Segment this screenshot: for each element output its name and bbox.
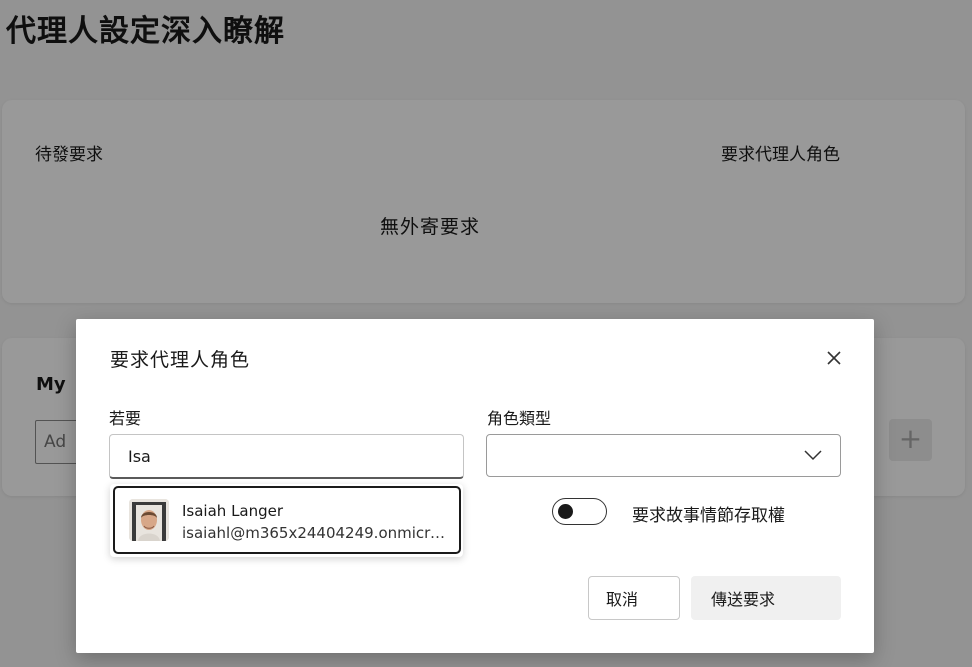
storyline-access-label: 要求故事情節存取權 <box>632 506 785 526</box>
avatar <box>129 499 169 541</box>
people-suggestion-list: Isaiah Langer isaiahl@m365x24404249.onmi… <box>110 484 463 557</box>
role-type-select[interactable] <box>486 434 841 477</box>
cancel-button[interactable]: 取消 <box>588 576 680 620</box>
dialog-title: 要求代理人角色 <box>110 349 251 371</box>
toggle-knob <box>558 504 573 519</box>
name-search-input[interactable] <box>109 434 464 479</box>
role-type-label: 角色類型 <box>487 409 552 428</box>
storyline-access-toggle[interactable] <box>552 498 607 525</box>
name-field-label: 若要 <box>109 409 142 428</box>
chevron-down-icon <box>804 450 822 461</box>
close-icon[interactable] <box>822 346 846 370</box>
send-request-button[interactable]: 傳送要求 <box>691 576 841 620</box>
suggestion-email: isaiahl@m365x24404249.onmicro... <box>182 524 447 542</box>
suggestion-name: Isaiah Langer <box>182 502 284 520</box>
suggestion-item[interactable]: Isaiah Langer isaiahl@m365x24404249.onmi… <box>113 486 461 554</box>
request-delegate-dialog: 要求代理人角色 若要 角色類型 Isa Isaiah Langer isaiah… <box>76 319 874 653</box>
